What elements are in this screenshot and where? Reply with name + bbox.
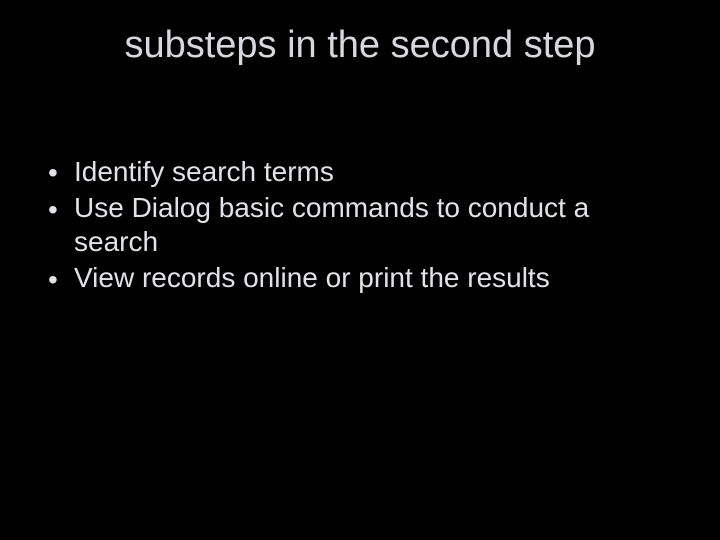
list-item: • Use Dialog basic commands to conduct a…: [40, 191, 680, 259]
list-item: • View records online or print the resul…: [40, 261, 680, 295]
bullet-text: Use Dialog basic commands to conduct a s…: [74, 192, 589, 257]
list-item: • Identify search terms: [40, 155, 680, 189]
slide-body: • Identify search terms • Use Dialog bas…: [40, 155, 680, 298]
bullet-icon: •: [48, 263, 58, 297]
bullet-text: Identify search terms: [74, 156, 334, 187]
slide: substeps in the second step • Identify s…: [0, 0, 720, 540]
slide-title: substeps in the second step: [0, 24, 720, 67]
bullet-list: • Identify search terms • Use Dialog bas…: [40, 155, 680, 296]
bullet-text: View records online or print the results: [74, 262, 550, 293]
bullet-icon: •: [48, 193, 58, 227]
bullet-icon: •: [48, 156, 58, 190]
